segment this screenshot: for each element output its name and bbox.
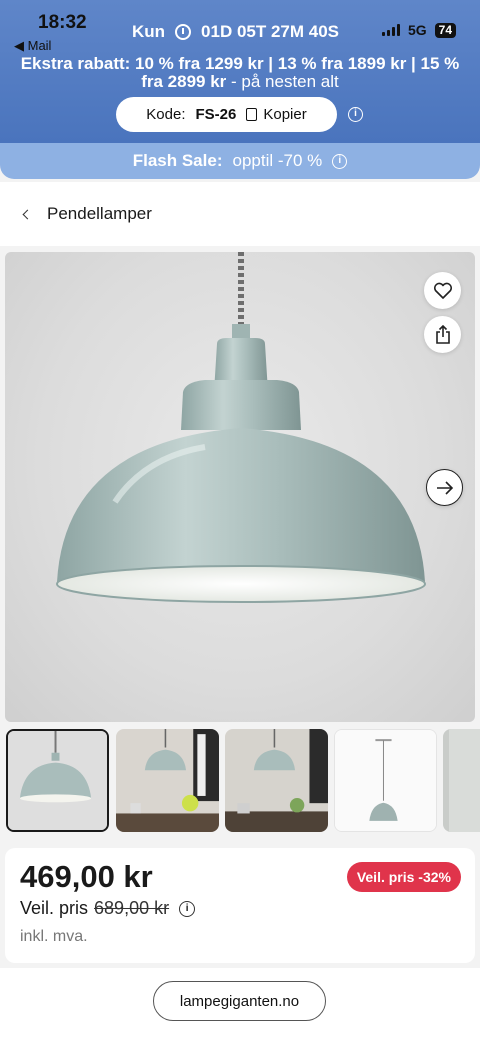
thumbnail-5[interactable] [443, 729, 480, 832]
countdown-prefix: Kun [132, 22, 166, 41]
flash-sale-bar[interactable]: Flash Sale: opptil -70 % i [0, 143, 480, 179]
thumbnail-1[interactable] [6, 729, 109, 832]
back-to-mail[interactable]: ◀ Mail [14, 38, 51, 54]
recommended-price: Veil. pris 689,00 kr i [20, 898, 196, 919]
url-field[interactable]: lampegiganten.no [153, 981, 326, 1021]
pendant-lamp-image [56, 252, 426, 603]
signal-icon [381, 24, 400, 36]
thumbnail-dining-room [116, 729, 219, 832]
flash-bold: Flash Sale: [132, 151, 223, 170]
code-value: FS-26 [195, 106, 237, 123]
thumbnail-product-white [335, 730, 436, 831]
share-icon [435, 324, 450, 344]
share-button[interactable] [424, 316, 461, 353]
price: 469,00 kr [20, 859, 153, 894]
thumbnail-3[interactable] [225, 729, 328, 832]
favorite-button[interactable] [424, 272, 461, 309]
info-icon[interactable]: i [348, 107, 363, 122]
timer-icon [175, 24, 192, 40]
info-icon[interactable]: i [179, 900, 196, 917]
thumbnail-lamp-closeup [8, 731, 107, 830]
breadcrumb-label: Pendellamper [47, 204, 152, 223]
breadcrumb[interactable]: Pendellamper [0, 182, 480, 246]
product-image[interactable] [5, 252, 475, 722]
battery-icon: 74 [434, 22, 456, 38]
thumbnail-partial [443, 729, 480, 832]
network-label: 5G [407, 22, 427, 38]
flash-rest: opptil -70 % [232, 151, 323, 170]
arrow-right-icon [436, 480, 453, 495]
heart-icon [433, 282, 452, 299]
rrp-value: 689,00 kr [94, 898, 170, 918]
code-label: Kode: [146, 106, 186, 123]
browser-bar: lampegiganten.no [0, 968, 480, 1039]
countdown: Kun 01D 05T 27M 40S [132, 22, 339, 42]
promo-banner: 18:32 ◀ Mail 5G 74 Kun 01D 05T 27M 40S E… [0, 0, 480, 143]
countdown-value: 01D 05T 27M 40S [201, 22, 340, 41]
status-time: 18:32 [38, 12, 87, 33]
thumbnail-2[interactable] [116, 729, 219, 832]
info-icon[interactable]: i [332, 153, 348, 169]
next-image-button[interactable] [426, 469, 463, 506]
rrp-label: Veil. pris [20, 898, 89, 918]
promo-text: Ekstra rabatt: 10 % fra 1299 kr | 13 % f… [18, 55, 462, 91]
copy-label: Kopier [263, 106, 307, 123]
vat-note: inkl. mva. [20, 928, 88, 945]
price-card: 469,00 kr Veil. pris -32% Veil. pris 689… [5, 848, 475, 963]
copy-icon [246, 108, 258, 121]
discount-badge: Veil. pris -32% [346, 862, 461, 892]
promo-text-rest: - på nesten alt [226, 72, 339, 91]
copy-code-button[interactable]: Kode: FS-26 Kopier [116, 97, 337, 132]
thumbnail-4[interactable] [334, 729, 437, 832]
status-indicators: 5G 74 [381, 22, 456, 38]
chevron-left-icon [22, 209, 33, 219]
thumbnail-table-setting [225, 729, 328, 832]
